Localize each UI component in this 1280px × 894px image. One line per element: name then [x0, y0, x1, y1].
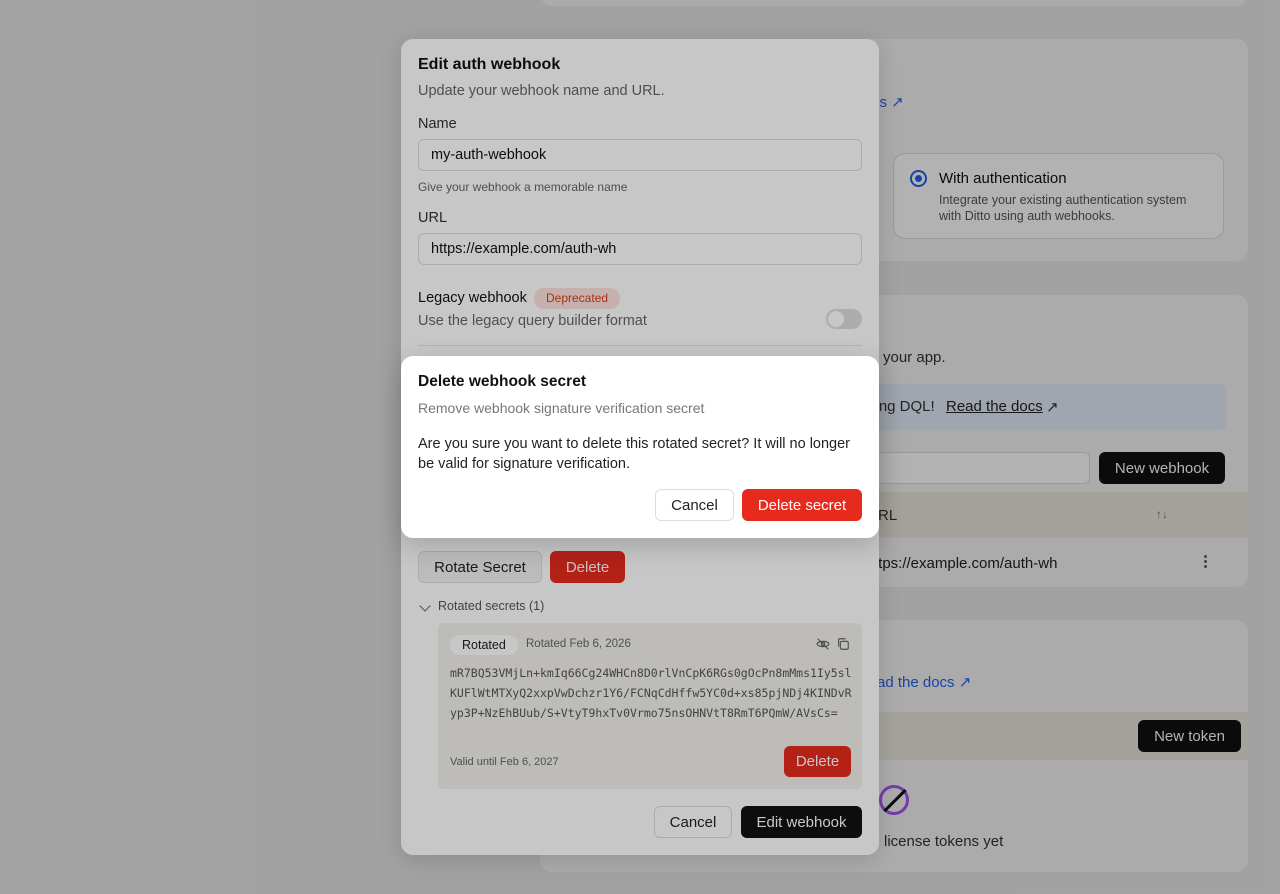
delete-secret-dialog: Delete webhook secret Remove webhook sig…: [401, 356, 879, 538]
delete-dialog-title: Delete webhook secret: [418, 373, 586, 390]
delete-cancel-button[interactable]: Cancel: [655, 489, 734, 521]
delete-dialog-body: Are you sure you want to delete this rot…: [418, 436, 851, 472]
delete-secret-confirm-button[interactable]: Delete secret: [742, 489, 862, 521]
delete-dialog-subtitle: Remove webhook signature verification se…: [418, 400, 705, 416]
